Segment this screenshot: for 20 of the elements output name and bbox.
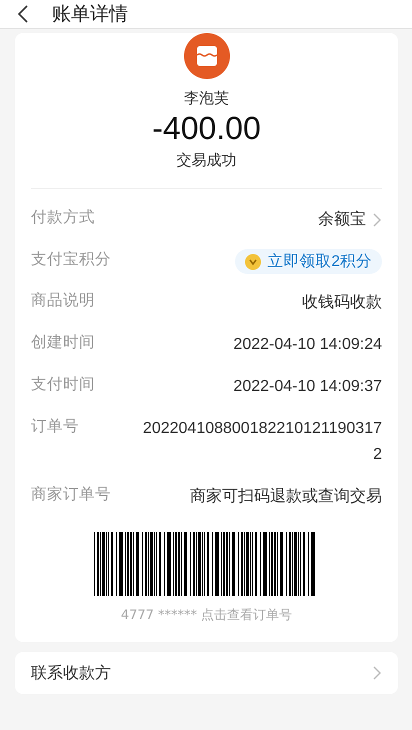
amount: -400.00	[152, 110, 261, 147]
detail-value: 2022-04-10 14:09:24	[233, 335, 382, 355]
reward-button[interactable]: 立即领取2积分	[235, 249, 382, 274]
page-title: 账单详情	[52, 2, 128, 27]
detail-label: 支付时间	[31, 374, 96, 395]
detail-label: 支付宝积分	[31, 249, 112, 270]
contact-label[interactable]: 联系收款方	[31, 662, 111, 684]
detail-label: 商家订单号	[31, 484, 112, 505]
detail-value[interactable]: 余额宝	[318, 207, 366, 233]
detail-value: 2022041088001822101211903172	[142, 419, 382, 465]
status: 交易成功	[176, 151, 236, 170]
coin-icon	[245, 254, 262, 270]
detail-label: 订单号	[31, 416, 80, 437]
detail-value: 商家可扫码退款或查询交易	[190, 486, 382, 507]
merchant-name: 李泡芙	[184, 89, 229, 108]
detail-label: 商品说明	[31, 290, 96, 311]
detail-label: 付款方式	[31, 207, 96, 228]
detail-label: 创建时间	[31, 332, 96, 353]
detail-value: 2022-04-10 14:09:37	[233, 377, 382, 397]
detail-value: 收钱码收款	[302, 293, 382, 313]
